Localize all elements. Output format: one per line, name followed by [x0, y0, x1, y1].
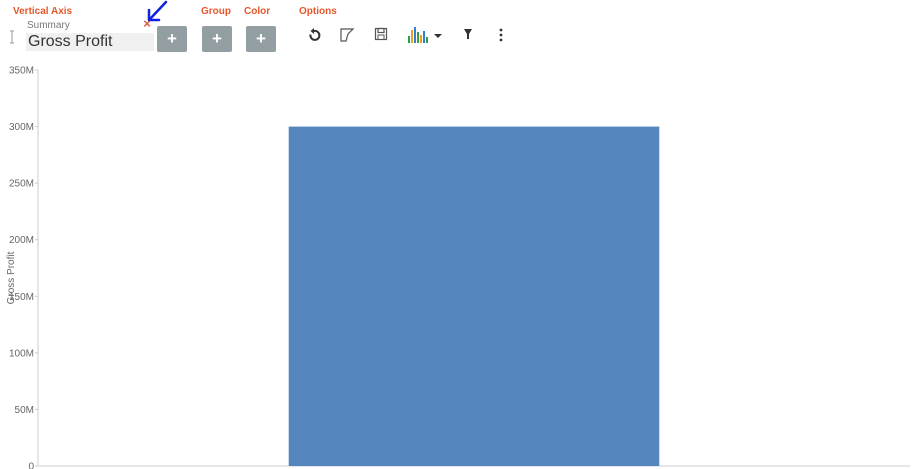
- y-tick-label: 350M: [9, 66, 34, 77]
- y-tick-label: 50M: [15, 405, 34, 416]
- y-tick-label: 0: [28, 462, 34, 469]
- y-tick-label: 300M: [9, 122, 34, 133]
- y-tick-label: 200M: [9, 235, 34, 246]
- y-tick-label: 100M: [9, 348, 34, 359]
- y-axis-title: Gross Profit: [6, 251, 17, 304]
- y-tick-label: 250M: [9, 179, 34, 190]
- bar-chart: 050M100M150M200M250M300M350M Gross Profi…: [6, 66, 910, 469]
- bar[interactable]: [288, 126, 660, 467]
- bars: [288, 126, 660, 467]
